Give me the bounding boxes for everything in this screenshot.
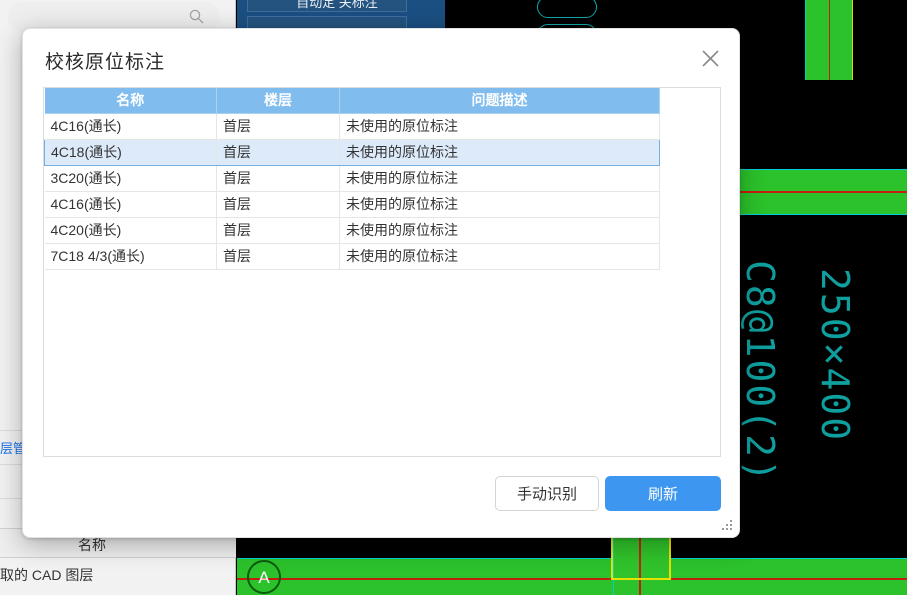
column-header-name[interactable]: 名称	[44, 88, 217, 114]
cell-name: 7C18 4/3(通长)	[44, 243, 217, 270]
panel-column-header-label: 名称	[78, 537, 106, 553]
dialog-footer: 手动识别 刷新	[23, 459, 739, 537]
manual-recognize-button[interactable]: 手动识别	[495, 476, 599, 511]
cell-floor: 首层	[216, 113, 340, 140]
cad-axis-line	[237, 578, 907, 580]
cell-floor: 首层	[216, 138, 340, 166]
cell-desc: 未使用的原位标注	[339, 165, 660, 192]
issue-list-container[interactable]: 名称 楼层 问题描述 4C16(通长) 首层 未使用的原位标注 4C18(通长)…	[43, 87, 721, 457]
resize-grip-icon[interactable]	[721, 519, 734, 532]
cad-outline-shape	[537, 0, 597, 18]
cad-grid-marker: A	[247, 560, 281, 594]
table-header-row: 名称 楼层 问题描述	[44, 88, 660, 114]
table-row[interactable]: 4C16(通长) 首层 未使用的原位标注	[44, 191, 660, 218]
cell-desc: 未使用的原位标注	[339, 191, 660, 218]
cell-floor: 首层	[216, 243, 340, 270]
column-header-desc[interactable]: 问题描述	[339, 88, 660, 114]
cad-beam-bottom	[237, 558, 907, 595]
cell-floor: 首层	[216, 191, 340, 218]
table-row[interactable]: 7C18 4/3(通长) 首层 未使用的原位标注	[44, 243, 660, 270]
cad-label-section: 250×400	[813, 268, 857, 443]
cell-name: 4C18(通长)	[44, 138, 217, 166]
cell-desc: 未使用的原位标注	[339, 243, 660, 270]
ribbon-title: 自动定 关标注	[296, 0, 378, 10]
cell-floor: 首层	[216, 165, 340, 192]
cell-desc: 未使用的原位标注	[339, 138, 660, 166]
cad-selection-box[interactable]	[611, 535, 671, 580]
cell-desc: 未使用的原位标注	[339, 217, 660, 244]
cad-label-stirrup: C8@100(2)	[738, 260, 782, 484]
table-row[interactable]: 4C16(通长) 首层 未使用的原位标注	[44, 113, 660, 140]
cell-name: 3C20(通长)	[44, 165, 217, 192]
cell-desc: 未使用的原位标注	[339, 113, 660, 140]
cad-axis-line	[829, 0, 830, 80]
dialog-title: 校核原位标注	[45, 52, 166, 73]
cad-layer-row-label: 取的 CAD 图层	[0, 567, 94, 583]
cell-floor: 首层	[216, 217, 340, 244]
close-icon[interactable]	[695, 43, 725, 73]
issue-table: 名称 楼层 问题描述 4C16(通长) 首层 未使用的原位标注 4C18(通长)…	[44, 88, 660, 270]
refresh-button[interactable]: 刷新	[605, 476, 721, 511]
check-in-situ-annotation-dialog[interactable]: 校核原位标注 名称 楼层 问题描述 4C16(通长) 首层 未使用的原位标注 4…	[22, 28, 740, 538]
column-header-floor[interactable]: 楼层	[216, 88, 340, 114]
cell-name: 4C16(通长)	[44, 113, 217, 140]
table-row[interactable]: 4C20(通长) 首层 未使用的原位标注	[44, 217, 660, 244]
cell-name: 4C20(通长)	[44, 217, 217, 244]
table-row[interactable]: 3C20(通长) 首层 未使用的原位标注	[44, 165, 660, 192]
search-icon	[189, 9, 204, 24]
cell-name: 4C16(通长)	[44, 191, 217, 218]
table-row[interactable]: 4C18(通长) 首层 未使用的原位标注	[44, 138, 660, 166]
